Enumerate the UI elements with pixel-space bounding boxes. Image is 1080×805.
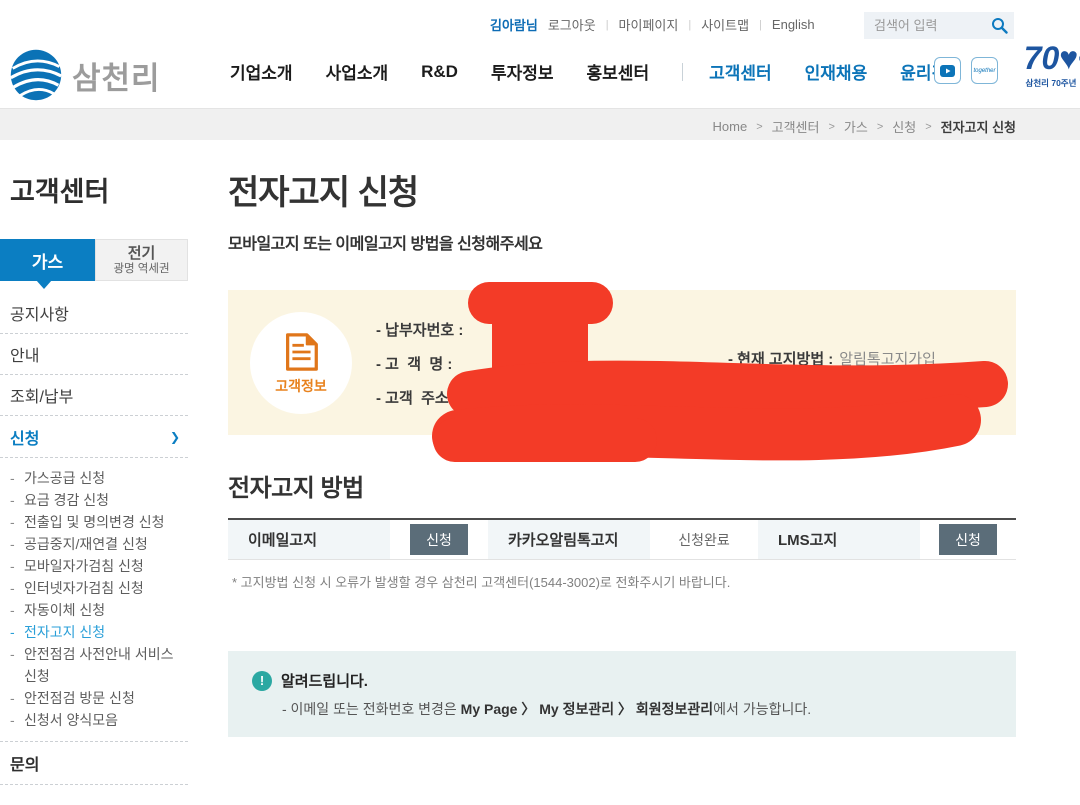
heart-icon: ♥: [1059, 40, 1078, 76]
search-input[interactable]: [874, 18, 991, 33]
customer-name-row: - 고 객 명 :: [376, 346, 523, 380]
divider: |: [688, 19, 691, 31]
breadcrumb-separator: >: [756, 121, 762, 133]
samchully-globe-icon: [8, 47, 64, 103]
english-link[interactable]: English: [772, 17, 815, 32]
search-icon[interactable]: [991, 17, 1008, 34]
sidebar-item-guide[interactable]: 안내: [0, 334, 188, 375]
email-apply-button[interactable]: 신청: [410, 524, 468, 555]
sidebar-tabs: 가스 전기 광명 역세권: [0, 239, 188, 281]
submenu-e-notification[interactable]: -전자고지 신청: [10, 621, 188, 643]
nav-divider: [682, 63, 683, 81]
70th-anniversary-badge: 70♥ⓔ 삼천리 70주년: [1022, 41, 1080, 89]
nav-rnd[interactable]: R&D: [421, 62, 458, 82]
customer-info-label: 고객정보: [275, 376, 327, 396]
customer-address-row: - 고객 주소 : 경기 군포: [376, 380, 523, 414]
submenu-form-collection[interactable]: -신청서 양식모음: [10, 709, 188, 731]
submenu-fee-reduction[interactable]: -요금 경감 신청: [10, 489, 188, 511]
submenu-supply-stop-reconnect[interactable]: -공급중지/재연결 신청: [10, 533, 188, 555]
page-title: 전자고지 신청: [228, 165, 1016, 214]
notification-methods-table: 이메일고지 신청 카카오알림톡고지 신청완료 LMS고지 신청: [228, 518, 1016, 560]
payer-number-row: - 납부자번호 :: [376, 312, 523, 346]
nav-pr-center[interactable]: 홍보센터: [587, 59, 650, 84]
notice-box: ! 알려드립니다. - 이메일 또는 전화번호 변경은 My Page 〉 My…: [228, 651, 1016, 737]
error-contact-note: * 고지방법 신청 시 오류가 발생할 경우 삼천리 고객센터(1544-300…: [228, 572, 1016, 591]
breadcrumb-bar: Home > 고객센터 > 가스 > 신청 > 전자고지 신청: [0, 108, 1080, 140]
logo-text: 삼천리: [72, 53, 161, 98]
notice-title: 알려드립니다.: [281, 670, 368, 691]
section-title: 전자고지 방법: [228, 468, 1016, 503]
submenu-auto-transfer[interactable]: -자동이체 신청: [10, 599, 188, 621]
customer-info-box: 고객정보 - 납부자번호 : - 고 객 명 : - 고객 주소 : 경기 군포…: [228, 290, 1016, 435]
breadcrumb-gas[interactable]: 가스: [844, 117, 868, 136]
customer-address-value: 경기 군포: [464, 387, 523, 408]
submenu-gas-supply[interactable]: -가스공급 신청: [10, 467, 188, 489]
search-box[interactable]: [864, 12, 1014, 39]
header: 삼천리 기업소개 사업소개 R&D 투자정보 홍보센터 고객센터 인재채용 윤리…: [0, 45, 1080, 108]
customer-info-badge: 고객정보: [250, 312, 352, 414]
method-lms-action-cell: 신청: [920, 520, 1016, 559]
sidebar-item-inquiry-pay[interactable]: 조회/납부: [0, 375, 188, 416]
submenu-safety-check-prenotice[interactable]: -안전점검 사전안내 서비스 신청: [10, 643, 188, 687]
submenu-safety-check-visit[interactable]: -안전점검 방문 신청: [10, 687, 188, 709]
main-content: 전자고지 신청 모바일고지 또는 이메일고지 방법을 신청해주세요 고객정보: [228, 165, 1016, 737]
together-icon[interactable]: together: [971, 57, 998, 84]
youtube-icon[interactable]: [934, 57, 961, 84]
breadcrumb-home[interactable]: Home: [713, 119, 748, 134]
kakao-status-text: 신청완료: [678, 530, 730, 550]
page: 김아람님 로그아웃 | 마이페이지 | 사이트맵 | English: [0, 0, 1080, 805]
divider: |: [606, 19, 609, 31]
nav-company[interactable]: 기업소개: [230, 59, 293, 84]
sidebar-menu: 공지사항 안내 조회/납부 신청 ❯ -가스공급 신청 -요금 경감 신청 -전…: [0, 293, 188, 785]
tab-electric[interactable]: 전기 광명 역세권: [95, 239, 188, 281]
notice-body: - 이메일 또는 전화번호 변경은 My Page 〉 My 정보관리 〉 회원…: [282, 699, 992, 719]
anniversary-number: 70: [1024, 40, 1060, 76]
nav-customer-center[interactable]: 고객센터: [709, 59, 772, 84]
method-lms-label: LMS고지: [758, 520, 920, 559]
tab-gas[interactable]: 가스: [0, 239, 95, 281]
sidebar-title: 고객센터: [0, 170, 188, 209]
nav-recruit[interactable]: 인재채용: [805, 59, 868, 84]
submenu-mobile-self-meter[interactable]: -모바일자가검침 신청: [10, 555, 188, 577]
sitemap-link[interactable]: 사이트맵: [701, 15, 749, 34]
sidebar-item-inquiry[interactable]: 문의: [0, 741, 188, 785]
sns-buttons: together: [934, 57, 998, 84]
samchully-logo[interactable]: 삼천리: [8, 47, 161, 103]
submenu-move-name-change[interactable]: -전출입 및 명의변경 신청: [10, 511, 188, 533]
method-email-action-cell: 신청: [390, 520, 488, 559]
submenu-internet-self-meter[interactable]: -인터넷자가검침 신청: [10, 577, 188, 599]
chevron-right-icon: ❯: [170, 430, 180, 444]
method-kakao-status-cell: 신청완료: [650, 520, 758, 559]
current-method-value: 알림톡고지가입: [839, 348, 936, 369]
customer-fields: - 납부자번호 : - 고 객 명 : - 고객 주소 : 경기 군포: [376, 312, 523, 414]
logout-link[interactable]: 로그아웃: [548, 15, 596, 34]
breadcrumb-apply[interactable]: 신청: [892, 117, 916, 136]
lms-apply-button[interactable]: 신청: [939, 524, 997, 555]
sidebar-item-apply[interactable]: 신청 ❯: [0, 416, 188, 457]
top-utility-bar: 김아람님 로그아웃 | 마이페이지 | 사이트맵 | English: [0, 0, 1080, 45]
breadcrumb-separator: >: [925, 121, 931, 133]
logged-in-username: 김아람님: [490, 15, 538, 34]
breadcrumb-separator: >: [877, 121, 883, 133]
method-kakao-label: 카카오알림톡고지: [488, 520, 650, 559]
breadcrumb-current: 전자고지 신청: [941, 117, 1016, 136]
nav-investor[interactable]: 투자정보: [491, 59, 554, 84]
breadcrumb-separator: >: [828, 121, 834, 133]
mypage-link[interactable]: 마이페이지: [619, 15, 679, 34]
breadcrumb: Home > 고객센터 > 가스 > 신청 > 전자고지 신청: [713, 117, 1017, 136]
exclamation-icon: !: [252, 671, 272, 691]
method-email-label: 이메일고지: [228, 520, 390, 559]
sidebar-submenu: -가스공급 신청 -요금 경감 신청 -전출입 및 명의변경 신청 -공급중지/…: [0, 457, 188, 741]
current-method-row: - 현재 고지방법 : 알림톡고지가입: [728, 348, 936, 369]
breadcrumb-customer-center[interactable]: 고객센터: [772, 117, 820, 136]
sidebar: 고객센터 가스 전기 광명 역세권 공지사항 안내 조회/납부 신청 ❯ -가스…: [0, 170, 188, 785]
anniversary-text: 삼천리 70주년: [1022, 77, 1080, 89]
global-nav: 기업소개 사업소개 R&D 투자정보 홍보센터 고객센터 인재채용 윤리경영: [230, 59, 996, 84]
divider: |: [759, 19, 762, 31]
page-subtitle: 모바일고지 또는 이메일고지 방법을 신청해주세요: [228, 230, 1016, 254]
sidebar-item-notice[interactable]: 공지사항: [0, 293, 188, 334]
nav-business[interactable]: 사업소개: [326, 59, 389, 84]
notice-path-bold: My Page 〉 My 정보관리 〉 회원정보관리: [461, 701, 714, 717]
document-icon: [280, 331, 322, 373]
